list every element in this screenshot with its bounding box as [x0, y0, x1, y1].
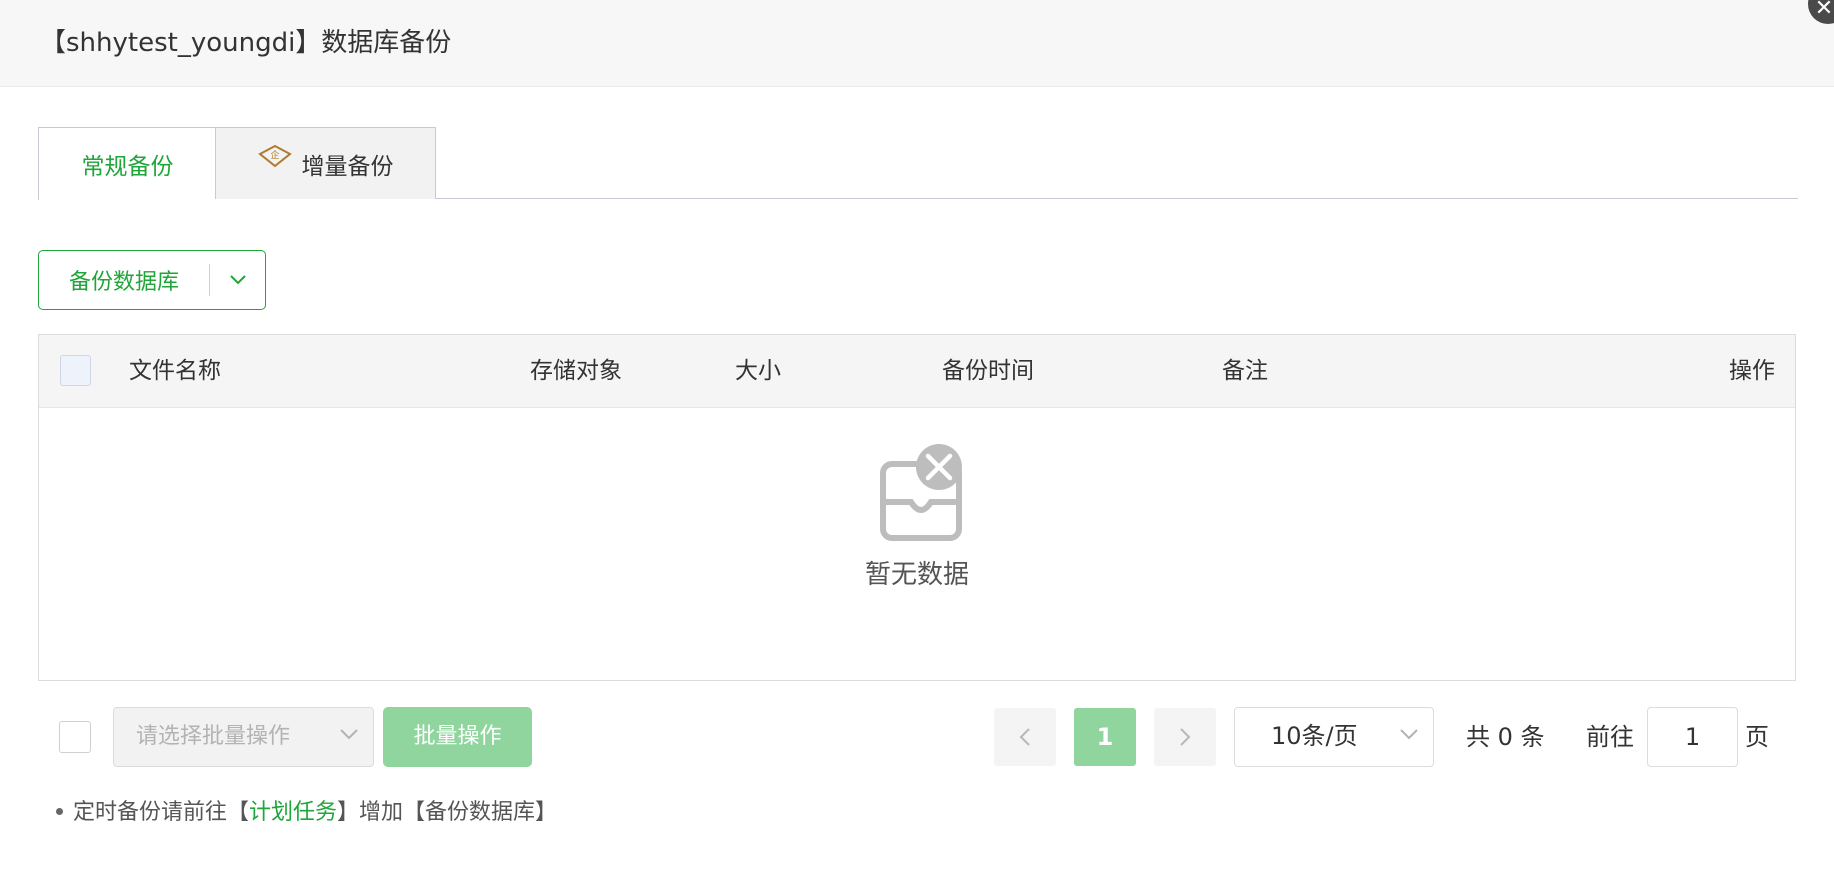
empty-inbox-icon	[880, 444, 962, 541]
tip-prefix: 定时备份请前往【	[73, 800, 250, 825]
backup-tabs: 常规备份 企 增量备份	[38, 127, 1798, 200]
backup-table: 文件名称 存储对象 大小 备份时间 备注 操作 暂无数据	[38, 334, 1796, 681]
column-backup-time: 备份时间	[942, 358, 1034, 384]
prev-page-button[interactable]	[994, 708, 1056, 766]
batch-operation-button[interactable]: 批量操作	[383, 707, 532, 767]
select-all-checkbox[interactable]	[60, 355, 91, 386]
dialog-header: 【shhytest_youngdi】数据库备份 ✕	[0, 0, 1834, 87]
svg-text:企: 企	[270, 149, 279, 161]
column-actions: 操作	[1729, 358, 1775, 384]
dialog-title: 【shhytest_youngdi】数据库备份	[40, 28, 452, 58]
goto-page-input[interactable]	[1647, 707, 1738, 767]
page-size-value: 10条/页	[1271, 722, 1358, 750]
backup-database-label: 备份数据库	[68, 270, 179, 295]
tip-suffix: 】增加【备份数据库】	[337, 800, 558, 825]
bullet-icon	[56, 808, 63, 815]
next-page-button[interactable]	[1154, 708, 1216, 766]
backup-database-button[interactable]: 备份数据库	[38, 250, 266, 310]
page-number-current[interactable]: 1	[1074, 708, 1136, 766]
tab-label: 常规备份	[81, 154, 174, 180]
batch-select-checkbox[interactable]	[59, 721, 91, 753]
scheduled-tasks-link[interactable]: 计划任务	[249, 800, 337, 825]
tab-incremental-backup[interactable]: 企 增量备份	[215, 127, 436, 199]
chevron-down-icon[interactable]	[210, 274, 265, 286]
goto-prefix: 前往	[1586, 723, 1634, 751]
total-count: 共 0 条	[1466, 723, 1545, 751]
empty-text: 暂无数据	[864, 560, 969, 590]
enterprise-diamond-icon: 企	[257, 144, 292, 167]
close-icon[interactable]: ✕	[1808, 0, 1834, 24]
chevron-down-icon	[339, 726, 359, 745]
column-size: 大小	[735, 358, 781, 384]
goto-suffix: 页	[1745, 723, 1769, 751]
batch-operation-select[interactable]: 请选择批量操作	[113, 707, 374, 767]
schedule-tip: 定时备份请前往【计划任务】增加【备份数据库】	[56, 798, 557, 828]
empty-state: 暂无数据	[39, 408, 1795, 680]
column-storage-target: 存储对象	[530, 358, 622, 384]
tab-label: 增量备份	[301, 153, 394, 180]
page-size-select[interactable]: 10条/页	[1234, 707, 1434, 767]
chevron-down-icon	[1399, 726, 1419, 745]
column-file-name: 文件名称	[129, 358, 221, 384]
column-remark: 备注	[1222, 358, 1268, 384]
batch-select-placeholder: 请选择批量操作	[136, 724, 291, 749]
table-header: 文件名称 存储对象 大小 备份时间 备注 操作	[39, 335, 1795, 408]
chevron-right-icon	[1180, 728, 1191, 746]
chevron-left-icon	[1019, 728, 1030, 746]
database-backup-dialog: 【shhytest_youngdi】数据库备份 ✕ 常规备份 企 增量备份 备份…	[0, 0, 1834, 872]
tab-normal-backup[interactable]: 常规备份	[38, 127, 216, 200]
